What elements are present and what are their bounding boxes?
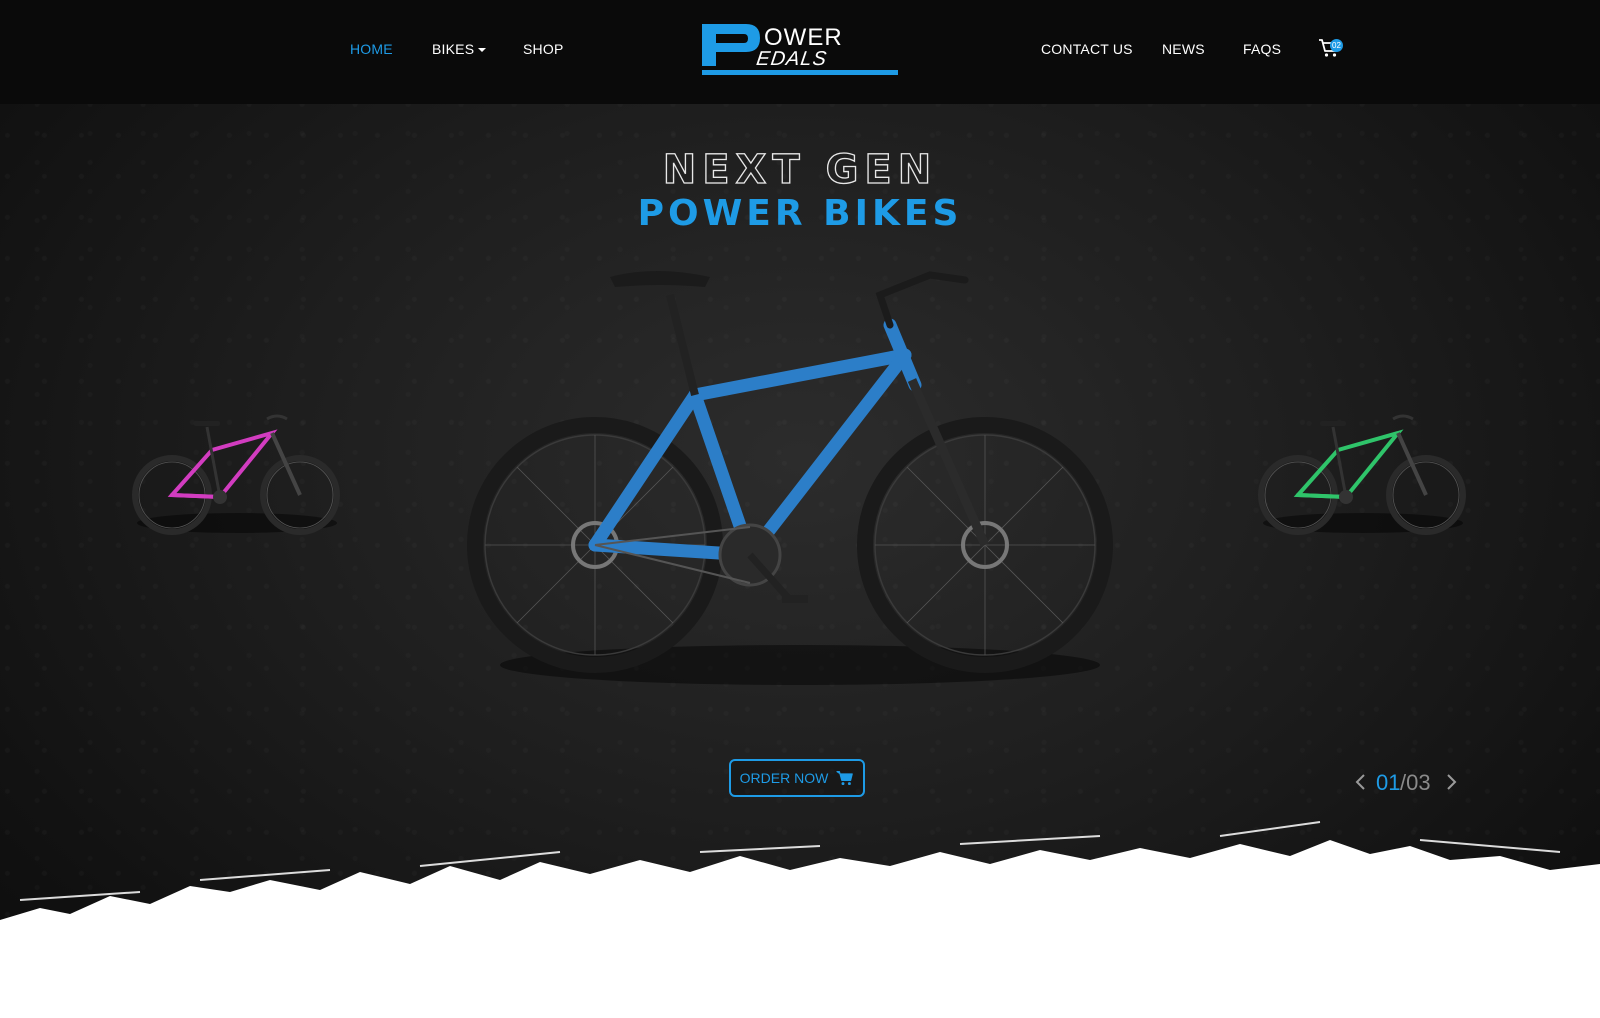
bike-preview-right[interactable] (1258, 405, 1468, 540)
pager-current: 01 (1376, 770, 1401, 795)
order-now-button[interactable]: ORDER NOW (729, 759, 865, 797)
nav-bikes-label: BIKES (432, 41, 475, 57)
nav-news[interactable]: NEWS (1162, 41, 1205, 57)
hero-headline: NEXT GEN POWER BIKES (638, 146, 963, 230)
svg-text:OWER: OWER (764, 24, 843, 51)
nav-bikes[interactable]: BIKES (432, 41, 487, 57)
chevron-right-icon[interactable] (1442, 773, 1460, 791)
nav-home[interactable]: HOME (350, 41, 393, 57)
headline-line2: POWER BIKES (638, 193, 963, 230)
cart-count-badge: 02 (1330, 39, 1343, 52)
pager-total: /03 (1400, 770, 1431, 795)
headline-line1: NEXT GEN (663, 147, 937, 193)
cart-icon (836, 771, 854, 786)
bike-preview-left[interactable] (132, 405, 342, 540)
chevron-left-icon[interactable] (1352, 773, 1370, 791)
nav-contact-us[interactable]: CONTACT US (1041, 41, 1133, 57)
slider-pager: 01 /03 (1350, 770, 1460, 800)
brush-divider (0, 821, 1600, 1018)
nav-shop[interactable]: SHOP (523, 41, 563, 57)
nav-faqs[interactable]: FAQS (1243, 41, 1281, 57)
svg-text:EDALS: EDALS (755, 48, 829, 70)
bike-main[interactable] (460, 255, 1140, 695)
power-pedals-logo[interactable]: OWER EDALS (700, 20, 900, 80)
chevron-down-icon (478, 48, 487, 53)
order-now-label: ORDER NOW (739, 770, 829, 786)
